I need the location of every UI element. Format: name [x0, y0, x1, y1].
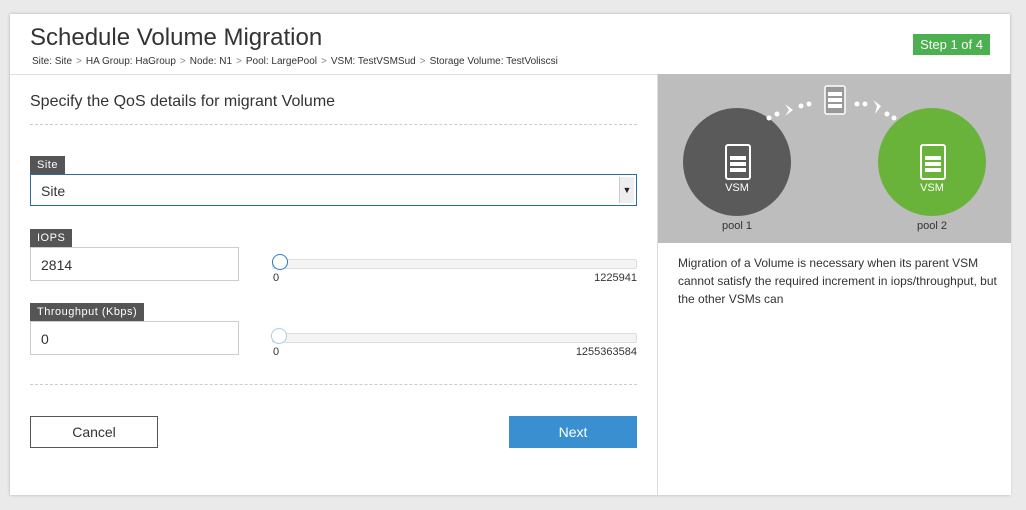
throughput-input-value: 0 — [41, 331, 49, 347]
source-vsm-label: VSM — [725, 182, 749, 194]
throughput-input[interactable]: 0 — [30, 321, 239, 355]
throughput-slider-max: 1255363584 — [575, 346, 637, 358]
throughput-slider-min: 0 — [273, 346, 280, 358]
throughput-label: Throughput (Kbps) — [30, 303, 145, 321]
source-pool-label: pool 1 — [722, 220, 752, 232]
next-button[interactable]: Next — [509, 416, 637, 448]
breadcrumb: Site: Site > HA Group: HaGroup > Node: N1 > Po… — [32, 56, 558, 67]
iops-slider-max: 1225941 — [594, 272, 637, 284]
iops-slider-handle[interactable] — [271, 254, 288, 270]
breadcrumb-separator: > — [179, 56, 186, 67]
chevron-down-icon[interactable]: ▼ — [619, 177, 634, 203]
iops-input-value: 2814 — [41, 257, 73, 273]
target-pool-label: pool 2 — [917, 220, 947, 232]
step-badge: Step 1 of 4 — [913, 34, 990, 55]
divider — [30, 384, 637, 385]
target-vsm-label: VSM — [920, 182, 944, 194]
iops-slider-track[interactable] — [272, 259, 637, 269]
breadcrumb-separator: > — [76, 56, 82, 67]
source-vsm-circle: VSM — [683, 108, 791, 216]
breadcrumb-separator: > — [321, 56, 327, 67]
iops-label: IOPS — [30, 229, 73, 247]
breadcrumb-ha-group[interactable]: HA Group: HaGroup — [86, 56, 176, 67]
target-vsm-circle: VSM — [878, 108, 986, 216]
breadcrumb-storage-volume[interactable]: Storage Volume: TestVoliscsi — [430, 56, 558, 67]
breadcrumb-pool[interactable]: Pool: LargePool — [246, 56, 317, 67]
breadcrumb-separator: > — [419, 56, 426, 67]
iops-input[interactable]: 2814 — [30, 247, 239, 281]
site-label: Site — [30, 156, 65, 174]
breadcrumb-separator: > — [236, 56, 242, 67]
cancel-button[interactable]: Cancel — [30, 416, 158, 448]
divider — [30, 124, 637, 125]
breadcrumb-vsm[interactable]: VSM: TestVSMSud — [331, 56, 416, 67]
migration-arrow-icon — [766, 85, 897, 121]
info-panel: VSM VSM pool 1 pool 2 Migration of a Vol… — [657, 74, 1011, 495]
throughput-slider-track[interactable] — [272, 333, 637, 343]
migration-description: Migration of a Volume is necessary when … — [678, 256, 997, 306]
migration-dialog: Schedule Volume Migration Site: Site > HA … — [10, 14, 1011, 495]
server-icon — [920, 144, 946, 180]
server-icon — [725, 144, 751, 180]
page-title: Schedule Volume Migration — [30, 24, 323, 51]
form-subtitle: Specify the QoS details for migrant Volu… — [30, 93, 336, 110]
throughput-slider-handle[interactable] — [271, 328, 287, 344]
breadcrumb-site[interactable]: Site: Site — [32, 56, 72, 67]
migration-illustration: VSM VSM pool 1 pool 2 — [658, 74, 1011, 243]
breadcrumb-node[interactable]: Node: N1 — [190, 56, 232, 67]
iops-slider-min: 0 — [273, 272, 280, 284]
site-select-value: Site — [41, 183, 66, 199]
site-select[interactable]: Site ▼ — [30, 174, 637, 206]
